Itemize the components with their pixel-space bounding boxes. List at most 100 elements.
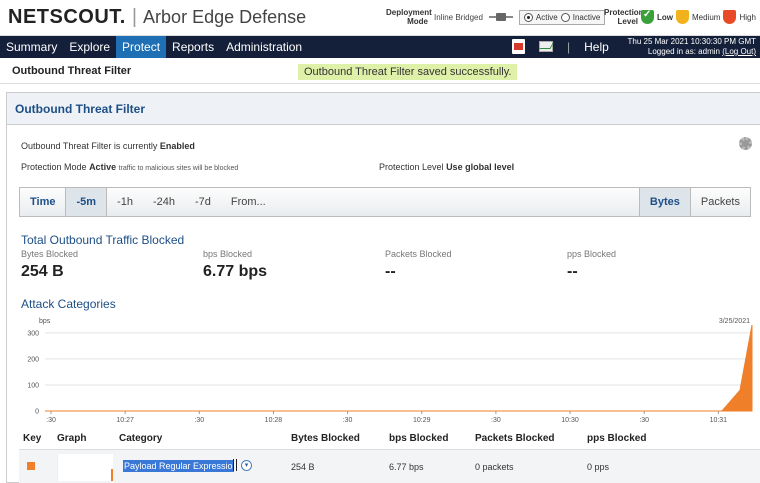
stat-label-bytes: Bytes Blocked (21, 249, 79, 259)
totals-title: Total Outbound Traffic Blocked (21, 233, 185, 247)
pdf-icon[interactable] (512, 39, 525, 54)
text-cursor-icon (233, 459, 237, 471)
col-graph: Graph (57, 433, 87, 444)
current-datetime: Thu 25 Mar 2021 10:30:30 PM GMT (627, 37, 756, 46)
netscout-logo: NETSCOUT. (8, 6, 126, 28)
level-high[interactable]: High (739, 13, 755, 22)
medium-shield-icon[interactable] (676, 10, 689, 24)
page-titlebar: Outbound Threat Filter Outbound Threat F… (0, 58, 760, 84)
app-header: NETSCOUT. | Arbor Edge Defense Deploymen… (0, 0, 760, 36)
panel-protection-level-value: Use global level (446, 162, 515, 172)
otf-panel: Outbound Threat Filter Outbound Threat F… (6, 92, 760, 483)
deployment-toggle: Active Inactive (518, 9, 606, 25)
stat-value-pps: -- (567, 263, 578, 280)
protection-level: Protection Level Low Medium High (604, 8, 756, 26)
unit-toggle: Bytes Packets (638, 188, 750, 216)
page-title: Outbound Threat Filter (12, 65, 132, 77)
stat-label-pps: pps Blocked (567, 249, 617, 259)
chevron-down-icon[interactable]: ▾ (241, 460, 252, 471)
cell-packets: 0 packets (475, 462, 514, 472)
time-5m[interactable]: -5m (65, 188, 108, 216)
category-name[interactable]: Payload Regular Expressio (123, 460, 234, 472)
nav-reports[interactable]: Reports (166, 36, 220, 58)
stat-value-bps: 6.77 bps (203, 263, 268, 280)
unit-bytes[interactable]: Bytes (638, 188, 691, 216)
deployment-mode-label: Deployment Mode (386, 8, 432, 26)
col-bps: bps Blocked (389, 433, 449, 444)
x-tick-label: 10:29 (413, 417, 431, 424)
protection-mode-note: traffic to malicious sites will be block… (118, 165, 239, 172)
login-info: Logged in as: admin (Log Out) (627, 47, 756, 57)
panel-protection-level-label: Protection Level (379, 162, 444, 172)
nav-icons: | Help (512, 39, 609, 54)
stat-value-packets: -- (385, 263, 396, 280)
success-message: Outbound Threat Filter saved successfull… (298, 64, 518, 80)
x-tick-label: 10:28 (265, 417, 283, 424)
time-range-bar: Time -5m -1h -24h -7d From... Bytes Pack… (19, 187, 751, 217)
col-bytes: Bytes Blocked (291, 433, 360, 444)
logout-link[interactable]: (Log Out) (722, 47, 756, 56)
panel-protection-level: Protection Level Use global level (379, 162, 514, 172)
x-tick-label: 10:30 (561, 417, 579, 424)
deployment-mode-value: Inline Bridged (434, 12, 483, 22)
help-link[interactable]: Help (584, 40, 609, 54)
x-tick-label: 10:27 (116, 417, 134, 424)
attack-chart: bps 3/25/2021 0 100 200 300:30 10:27:30 10:28:3… (27, 318, 753, 424)
low-shield-icon[interactable] (641, 9, 654, 24)
logo-separator: | (131, 6, 138, 28)
time-7d[interactable]: -7d (185, 188, 221, 216)
time-1h[interactable]: -1h (107, 188, 143, 216)
stat-label-packets: Packets Blocked (385, 249, 452, 259)
high-shield-icon[interactable] (723, 10, 737, 24)
sparkline-graph (57, 454, 113, 481)
main-nav: Summary Explore Protect Reports Administ… (0, 36, 760, 58)
panel-title: Outbound Threat Filter (7, 93, 760, 125)
series-key-swatch (27, 462, 35, 470)
nav-protect[interactable]: Protect (116, 36, 167, 58)
nav-explore[interactable]: Explore (63, 36, 116, 58)
email-icon[interactable] (539, 41, 553, 52)
session-info: Thu 25 Mar 2021 10:30:30 PM GMT Logged i… (627, 37, 756, 57)
y-tick-label: 200 (27, 356, 39, 363)
product-name: Arbor Edge Defense (143, 7, 307, 27)
gear-icon[interactable] (739, 137, 752, 150)
y-axis-label: bps (39, 318, 51, 325)
inactive-radio-label[interactable]: Inactive (573, 13, 601, 22)
x-tick-label: :30 (639, 417, 649, 424)
col-key: Key (23, 433, 42, 444)
y-tick-label: 100 (27, 382, 39, 389)
nav-summary[interactable]: Summary (0, 36, 63, 58)
cell-bps: 6.77 bps (389, 462, 424, 472)
series-area (45, 324, 753, 412)
cell-pps: 0 pps (587, 462, 610, 472)
filter-status: Outbound Threat Filter is currently Enab… (21, 141, 195, 151)
unit-packets[interactable]: Packets (691, 188, 750, 216)
level-low[interactable]: Low (657, 13, 673, 22)
time-24h[interactable]: -24h (143, 188, 185, 216)
x-tick-label: :30 (343, 417, 353, 424)
col-category: Category (119, 433, 163, 444)
inactive-radio[interactable] (560, 12, 570, 22)
time-label: Time (30, 196, 56, 208)
cell-bytes: 254 B (291, 462, 315, 472)
table-row[interactable]: Payload Regular Expressio ▾ 254 B 6.77 b… (19, 449, 760, 483)
time-from[interactable]: From... (221, 188, 276, 216)
status-prefix: Outbound Threat Filter is currently (21, 141, 158, 151)
protection-mode: Protection Mode Active traffic to malici… (21, 162, 238, 172)
level-medium[interactable]: Medium (692, 13, 720, 22)
nav-administration[interactable]: Administration (220, 36, 308, 58)
y-tick-label: 0 (35, 409, 39, 416)
x-tick-label: :30 (194, 417, 204, 424)
x-tick-label: :30 (46, 417, 56, 424)
protection-mode-value: Active (89, 162, 117, 172)
active-radio[interactable] (523, 12, 533, 22)
nav-separator: | (567, 39, 571, 54)
inline-bridge-icon (488, 12, 513, 22)
col-packets: Packets Blocked (475, 433, 555, 444)
deployment-mode: Deployment Mode Inline Bridged Active In… (386, 8, 606, 26)
attack-categories-title: Attack Categories (21, 297, 116, 311)
chart-date-label: 3/25/2021 (719, 318, 750, 325)
col-pps: pps Blocked (587, 433, 647, 444)
active-radio-label[interactable]: Active (536, 13, 558, 22)
x-tick-label: :30 (491, 417, 501, 424)
